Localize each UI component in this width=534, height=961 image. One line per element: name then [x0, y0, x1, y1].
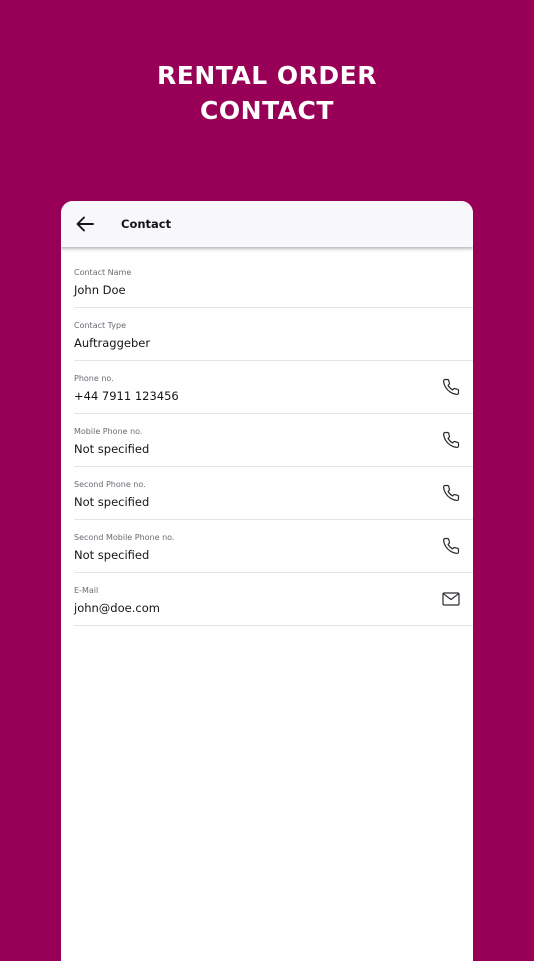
- second-mobile-phone-row: Second Mobile Phone no. Not specified: [74, 520, 473, 573]
- call-second-mobile-phone-button[interactable]: [441, 536, 461, 556]
- send-email-button[interactable]: [441, 589, 461, 609]
- phone-icon: [442, 537, 460, 555]
- phone-row: Phone no. +44 7911 123456: [74, 361, 473, 414]
- call-second-phone-button[interactable]: [441, 483, 461, 503]
- promo-title-line-1: RENTAL ORDER: [157, 61, 377, 90]
- phone-icon: [442, 431, 460, 449]
- field-value: Not specified: [74, 495, 150, 509]
- mail-icon: [442, 592, 460, 606]
- field-label: E-Mail: [74, 586, 99, 595]
- app-header: Contact: [61, 201, 473, 247]
- field-label: Phone no.: [74, 374, 114, 383]
- arrow-left-icon: [76, 216, 94, 232]
- promo-title-line-2: CONTACT: [200, 96, 334, 125]
- mobile-phone-row: Mobile Phone no. Not specified: [74, 414, 473, 467]
- field-label: Second Phone no.: [74, 480, 146, 489]
- email-row: E-Mail john@doe.com: [74, 573, 473, 626]
- call-mobile-phone-button[interactable]: [441, 430, 461, 450]
- field-value: John Doe: [74, 283, 126, 297]
- field-value: Not specified: [74, 548, 150, 562]
- field-value: john@doe.com: [74, 601, 160, 615]
- back-button[interactable]: [74, 213, 96, 235]
- field-value: +44 7911 123456: [74, 389, 179, 403]
- field-label: Mobile Phone no.: [74, 427, 143, 436]
- second-phone-row: Second Phone no. Not specified: [74, 467, 473, 520]
- contact-field-list: Contact Name John Doe Contact Type Auftr…: [61, 247, 473, 626]
- contact-type-row: Contact Type Auftraggeber: [74, 308, 473, 361]
- contact-name-row: Contact Name John Doe: [74, 255, 473, 308]
- field-label: Contact Name: [74, 268, 132, 277]
- field-label: Contact Type: [74, 321, 127, 330]
- phone-icon: [442, 484, 460, 502]
- page-title: Contact: [121, 217, 172, 231]
- app-screen: Contact Contact Name John Doe Contact Ty…: [61, 201, 473, 961]
- field-value: Auftraggeber: [74, 336, 151, 350]
- phone-icon: [442, 378, 460, 396]
- field-value: Not specified: [74, 442, 150, 456]
- promo-title: RENTAL ORDER CONTACT: [0, 58, 534, 128]
- call-phone-button[interactable]: [441, 377, 461, 397]
- field-label: Second Mobile Phone no.: [74, 533, 175, 542]
